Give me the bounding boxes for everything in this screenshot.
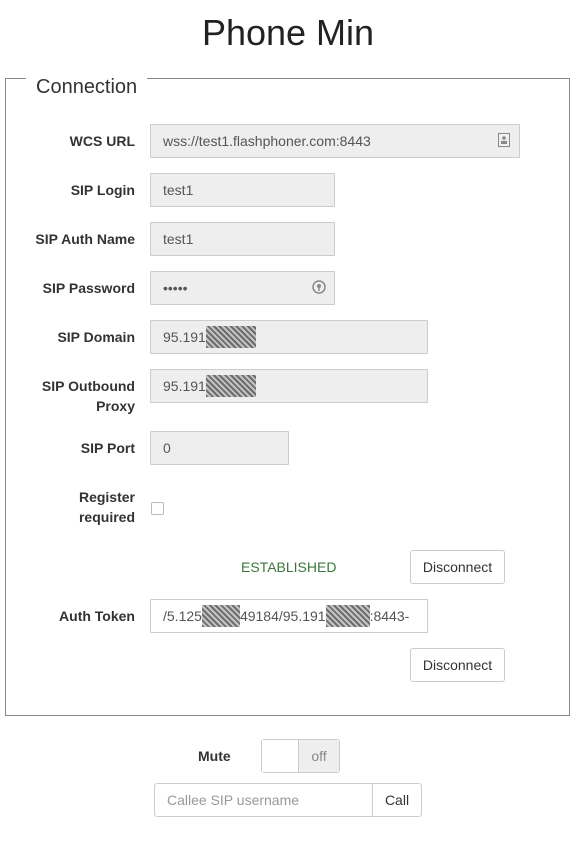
callee-input[interactable]: Callee SIP username [154,783,373,817]
sip-domain-label: SIP Domain [57,329,135,345]
connection-legend: Connection [26,76,148,99]
wcs-url-input[interactable]: wss://test1.flashphoner.com:8443 [150,124,520,158]
sip-domain-value: 95.191 [163,329,206,345]
key-icon[interactable] [312,280,326,296]
sip-password-value: ••••• [163,280,188,296]
sip-outbound-proxy-input[interactable]: 95.191 [150,369,428,403]
mute-state-text: off [299,740,339,772]
sip-outbound-proxy-label-line2: Proxy [96,398,135,414]
connection-status: ESTABLISHED [241,559,337,575]
sip-auth-name-label: SIP Auth Name [35,231,135,247]
wcs-url-label: WCS URL [69,133,135,149]
page-title: Phone Min [201,12,375,53]
mute-label: Mute [198,748,231,764]
disconnect-token-button[interactable]: Disconnect [410,648,505,682]
register-required-checkbox[interactable] [151,502,164,515]
mute-toggle[interactable]: off [261,739,340,773]
auth-token-label: Auth Token [59,608,135,624]
register-required-label: Register required [79,487,135,527]
sip-outbound-proxy-label: SIP Outbound Proxy [42,376,135,416]
wcs-url-value: wss://test1.flashphoner.com:8443 [163,133,371,149]
contact-card-icon [497,133,511,149]
sip-port-input[interactable]: 0 [150,431,289,465]
register-required-label-line1: Register [78,489,135,505]
disconnect-button[interactable]: Disconnect [410,550,505,584]
redacted-block [205,374,256,397]
sip-password-input[interactable]: ••••• [150,271,335,305]
sip-domain-input[interactable]: 95.191 [150,320,428,354]
sip-login-input[interactable]: test1 [150,173,335,207]
sip-outbound-proxy-value: 95.191 [163,378,206,394]
sip-auth-name-input[interactable]: test1 [150,222,335,256]
sip-port-label: SIP Port [80,440,135,456]
auth-token-input[interactable]: /5.125 49184/95.191 :8443- [150,599,428,633]
auth-token-part1: /5.125 [163,608,202,624]
sip-password-label: SIP Password [42,280,135,296]
call-button[interactable]: Call [372,783,422,817]
sip-outbound-proxy-label-line1: SIP Outbound [41,378,135,394]
register-required-label-line2: required [78,509,135,525]
sip-login-label: SIP Login [70,182,135,198]
redacted-block [325,604,370,627]
auth-token-part3: :8443- [369,608,410,624]
auth-token-part2: 49184/95.191 [239,608,326,624]
redacted-block [205,325,256,348]
redacted-block [201,604,240,627]
toggle-knob[interactable] [262,740,299,772]
